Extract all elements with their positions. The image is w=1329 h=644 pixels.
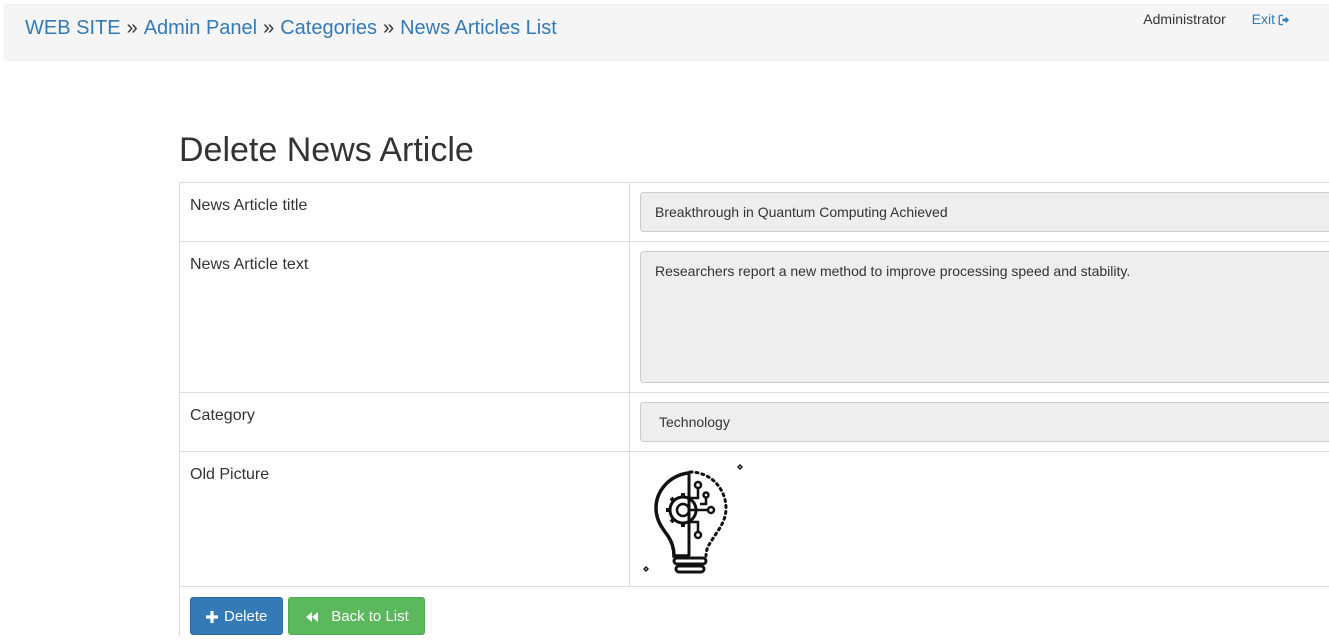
breadcrumb-separator: » <box>126 17 138 39</box>
category-label: Category <box>179 392 630 452</box>
back-to-list-button[interactable]: Back to List <box>288 597 425 635</box>
plus-icon <box>206 611 218 623</box>
breadcrumb-separator: » <box>263 17 275 39</box>
log-out-icon <box>1278 14 1289 26</box>
form-row-text: News Article text Researchers report a n… <box>179 241 1329 393</box>
exit-link[interactable]: Exit <box>1252 11 1290 27</box>
backward-icon <box>306 612 319 622</box>
exit-label: Exit <box>1251 11 1275 27</box>
form-actions-row: Delete Back to List <box>179 586 1329 637</box>
breadcrumb-link-categories[interactable]: Categories <box>280 17 377 39</box>
delete-button[interactable]: Delete <box>190 597 284 635</box>
text-field[interactable]: Researchers report a new method to impro… <box>640 251 1329 383</box>
form-row-title: News Article title Breakthrough in Quant… <box>179 182 1329 242</box>
username-label: Administrator <box>1143 11 1226 27</box>
breadcrumb-link-news-articles-list[interactable]: News Articles List <box>400 17 557 39</box>
text-label: News Article text <box>179 241 630 393</box>
title-field[interactable]: Breakthrough in Quantum Computing Achiev… <box>640 192 1329 232</box>
form-row-picture: Old Picture <box>179 451 1329 587</box>
breadcrumb-link-web-site[interactable]: WEB SITE <box>25 17 121 39</box>
user-box: Administrator Exit <box>1143 9 1290 29</box>
category-select[interactable]: Technology <box>640 402 1329 442</box>
top-navbar: WEB SITE» Admin Panel» Categories» News Art… <box>4 4 1329 61</box>
form-row-category: Category Technology <box>179 392 1329 452</box>
old-picture <box>640 460 760 580</box>
delete-form-table: News Article title Breakthrough in Quant… <box>179 182 1329 637</box>
breadcrumb: WEB SITE» Admin Panel» Categories» News Art… <box>25 16 557 40</box>
delete-button-label: Delete <box>224 608 268 625</box>
back-to-list-label: Back to List <box>331 608 409 625</box>
breadcrumb-separator: » <box>382 17 395 39</box>
title-label: News Article title <box>179 182 630 242</box>
old-picture-label: Old Picture <box>179 451 630 587</box>
page-title: Delete News Article <box>179 131 474 169</box>
breadcrumb-link-admin-panel[interactable]: Admin Panel <box>144 17 257 39</box>
lightbulb-circuit-icon <box>643 464 743 574</box>
